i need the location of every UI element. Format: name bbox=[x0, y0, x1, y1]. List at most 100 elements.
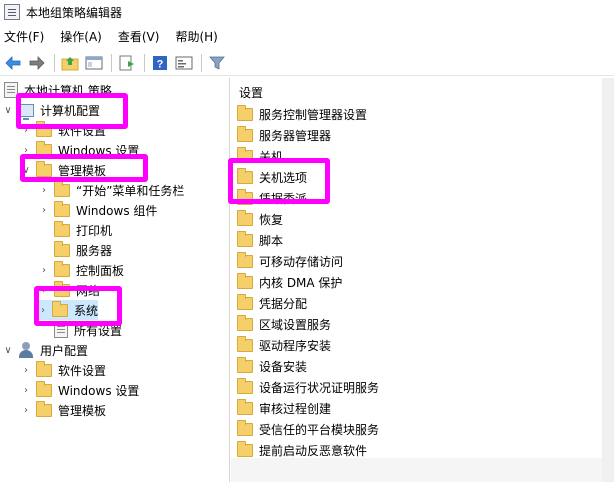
tree-item-windows-settings[interactable]: › Windows 设置 bbox=[20, 140, 139, 160]
filter-icon[interactable] bbox=[206, 52, 228, 74]
tree-item-control-panel[interactable]: › 控制面板 bbox=[38, 260, 124, 280]
list-item[interactable]: 关机 bbox=[237, 146, 283, 166]
up-folder-icon[interactable] bbox=[59, 52, 81, 74]
title-bar: 本地组策略编辑器 bbox=[0, 0, 614, 24]
chevron-right-icon[interactable]: › bbox=[20, 364, 32, 376]
tree-item-windows-components[interactable]: › Windows 组件 bbox=[38, 200, 157, 220]
list-item[interactable]: 设备运行状况证明服务 bbox=[237, 377, 379, 397]
column-header-settings[interactable]: 设置 bbox=[239, 84, 263, 102]
toolbar-separator bbox=[54, 53, 55, 72]
chevron-right-icon[interactable]: › bbox=[38, 204, 50, 216]
tree-label: 管理模板 bbox=[58, 403, 107, 418]
chevron-right-icon[interactable]: › bbox=[20, 124, 32, 136]
chevron-right-icon[interactable]: › bbox=[20, 384, 32, 396]
tree-item-system[interactable]: › 系统 bbox=[38, 300, 98, 320]
chevron-right-icon[interactable]: › bbox=[20, 144, 32, 156]
folder-icon bbox=[237, 230, 253, 247]
tree-item-network[interactable]: › 网络 bbox=[38, 280, 100, 300]
list-item[interactable]: 区域设置服务 bbox=[237, 314, 331, 334]
chevron-down-icon[interactable]: ∨ bbox=[2, 344, 14, 356]
tree-item-user-software-settings[interactable]: › 软件设置 bbox=[20, 360, 106, 380]
list-item[interactable]: 提前启动反恶意软件 bbox=[237, 440, 367, 460]
tree-label: 服务器 bbox=[76, 243, 113, 258]
back-arrow-icon[interactable] bbox=[2, 52, 24, 74]
chevron-down-icon[interactable]: ∨ bbox=[20, 164, 32, 176]
tree-item-servers[interactable]: 服务器 bbox=[54, 240, 112, 260]
menu-help[interactable]: 帮助(H) bbox=[167, 26, 225, 48]
tree-item-all-settings[interactable]: 所有设置 bbox=[54, 320, 122, 340]
list-item-label: 服务器管理器 bbox=[259, 128, 332, 143]
horizontal-scrollbar[interactable] bbox=[231, 458, 602, 482]
folder-icon bbox=[36, 140, 52, 157]
folder-icon bbox=[237, 398, 253, 415]
tree-item-user-config[interactable]: ∨ 用户配置 bbox=[2, 340, 88, 360]
menu-action[interactable]: 操作(A) bbox=[52, 26, 110, 48]
toolbar: ? bbox=[0, 50, 614, 76]
properties-icon[interactable] bbox=[173, 52, 195, 74]
folder-icon bbox=[237, 209, 253, 226]
list-item[interactable]: 凭据分配 bbox=[237, 293, 307, 313]
list-item[interactable]: 恢复 bbox=[237, 209, 283, 229]
tree-item-start-menu[interactable]: › “开始”菜单和任务栏 bbox=[38, 180, 184, 200]
tree-pane[interactable]: 本地计算机 策略 ∨ 计算机配置 › 软件设置 › Windows 设置 ∨ 管… bbox=[0, 78, 230, 482]
list-item-label: 恢复 bbox=[259, 212, 284, 227]
list-item[interactable]: 脚本 bbox=[237, 230, 283, 250]
folder-icon bbox=[237, 293, 253, 310]
tree-label: 打印机 bbox=[76, 223, 113, 238]
chevron-right-icon[interactable]: › bbox=[38, 304, 48, 316]
list-item-label: 关机选项 bbox=[259, 170, 308, 185]
folder-icon bbox=[36, 360, 52, 377]
folder-icon bbox=[237, 356, 253, 373]
chevron-right-icon[interactable]: › bbox=[20, 404, 32, 416]
folder-icon bbox=[237, 251, 253, 268]
forward-arrow-icon[interactable] bbox=[26, 52, 48, 74]
window-title: 本地组策略编辑器 bbox=[26, 5, 123, 20]
vertical-scrollbar[interactable] bbox=[602, 78, 614, 482]
list-item[interactable]: 可移动存储访问 bbox=[237, 251, 343, 271]
list-item[interactable]: 受信任的平台模块服务 bbox=[237, 419, 379, 439]
folder-icon bbox=[51, 300, 68, 317]
list-item[interactable]: 设备安装 bbox=[237, 356, 307, 376]
list-item-label: 区域设置服务 bbox=[259, 317, 332, 332]
folder-icon bbox=[237, 188, 253, 205]
folder-icon bbox=[54, 280, 70, 297]
export-list-icon[interactable] bbox=[116, 52, 138, 74]
menu-view[interactable]: 查看(V) bbox=[110, 26, 168, 48]
folder-icon bbox=[54, 240, 70, 257]
tree-item-computer-config[interactable]: ∨ 计算机配置 bbox=[2, 100, 100, 120]
list-item-label: 关机 bbox=[259, 149, 284, 164]
chevron-right-icon[interactable]: › bbox=[38, 284, 50, 296]
chevron-down-icon[interactable]: ∨ bbox=[2, 104, 14, 116]
list-item[interactable]: 服务控制管理器设置 bbox=[237, 104, 367, 124]
list-item-label: 可移动存储访问 bbox=[259, 254, 344, 269]
tree-item-admin-templates[interactable]: ∨ 管理模板 bbox=[20, 160, 106, 180]
chevron-right-icon[interactable]: › bbox=[38, 264, 50, 276]
menu-file[interactable]: 文件(F) bbox=[0, 26, 52, 48]
show-hide-tree-icon[interactable] bbox=[83, 52, 105, 74]
folder-icon bbox=[54, 220, 70, 237]
help-icon[interactable]: ? bbox=[149, 52, 171, 74]
tree-item-software-settings[interactable]: › 软件设置 bbox=[20, 120, 106, 140]
list-item[interactable]: 审核过程创建 bbox=[237, 398, 331, 418]
tree-label: Windows 组件 bbox=[76, 203, 158, 218]
tree-item-printers[interactable]: 打印机 bbox=[54, 220, 112, 240]
list-item-shutdown-options[interactable]: 关机选项 bbox=[237, 167, 307, 187]
folder-icon bbox=[237, 314, 253, 331]
folder-icon bbox=[237, 125, 253, 142]
tree-item-user-windows-settings[interactable]: › Windows 设置 bbox=[20, 380, 139, 400]
list-item[interactable]: 服务器管理器 bbox=[237, 125, 331, 145]
list-item-label: 设备安装 bbox=[259, 359, 308, 374]
list-item-label: 提前启动反恶意软件 bbox=[259, 443, 368, 458]
list-item[interactable]: 内核 DMA 保护 bbox=[237, 272, 342, 292]
settings-list-pane[interactable]: 设置 服务控制管理器设置 服务器管理器 关机 关机选项 凭据委派 恢复 脚本 可… bbox=[231, 78, 601, 482]
chevron-right-icon[interactable]: › bbox=[38, 184, 50, 196]
list-item[interactable]: 凭据委派 bbox=[237, 188, 307, 208]
folder-icon bbox=[36, 160, 52, 177]
list-item[interactable]: 驱动程序安装 bbox=[237, 335, 331, 355]
tree-label: Windows 设置 bbox=[58, 383, 140, 398]
tree-label: Windows 设置 bbox=[58, 143, 140, 158]
tree-root[interactable]: 本地计算机 策略 bbox=[4, 80, 112, 100]
folder-icon bbox=[237, 146, 253, 163]
menu-bar: 文件(F) 操作(A) 查看(V) 帮助(H) bbox=[0, 26, 614, 48]
tree-item-user-admin-templates[interactable]: › 管理模板 bbox=[20, 400, 106, 420]
